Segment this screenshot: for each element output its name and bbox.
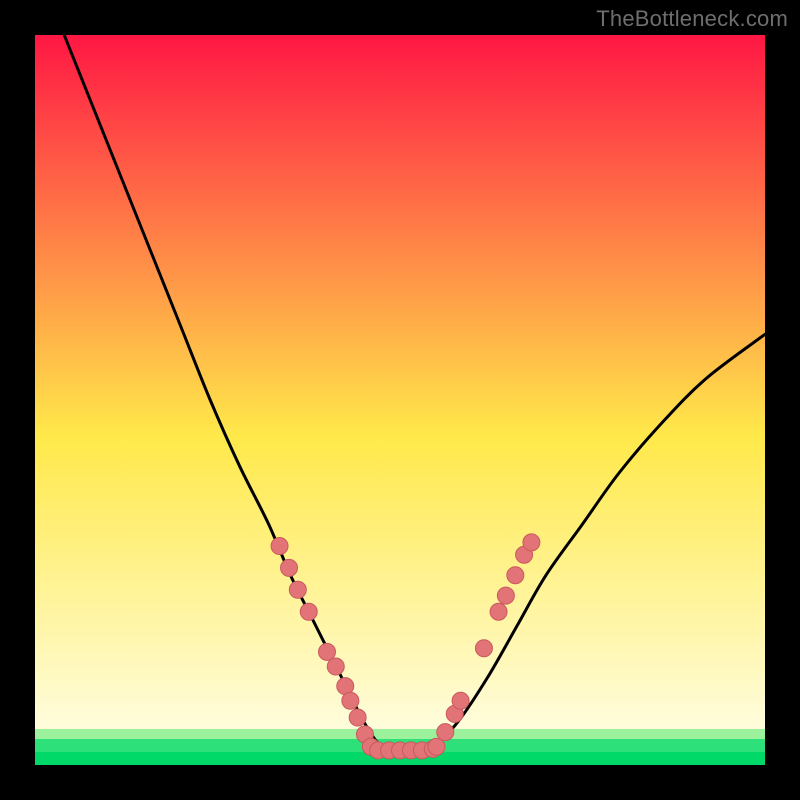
curve-marker xyxy=(507,567,524,584)
watermark-label: TheBottleneck.com xyxy=(596,6,788,32)
curve-marker xyxy=(523,534,540,551)
curve-marker xyxy=(490,603,507,620)
curve-marker xyxy=(475,640,492,657)
chart-frame: TheBottleneck.com xyxy=(0,0,800,800)
curve-markers xyxy=(35,35,765,765)
curve-marker xyxy=(327,658,344,675)
plot-area xyxy=(35,35,765,765)
curve-marker xyxy=(271,538,288,555)
curve-marker xyxy=(281,559,298,576)
curve-marker xyxy=(349,709,366,726)
curve-marker xyxy=(452,692,469,709)
curve-marker xyxy=(428,738,445,755)
curve-marker xyxy=(300,603,317,620)
curve-marker xyxy=(342,692,359,709)
curve-marker xyxy=(437,724,454,741)
curve-marker xyxy=(319,643,336,660)
curve-marker xyxy=(289,581,306,598)
curve-marker xyxy=(497,587,514,604)
